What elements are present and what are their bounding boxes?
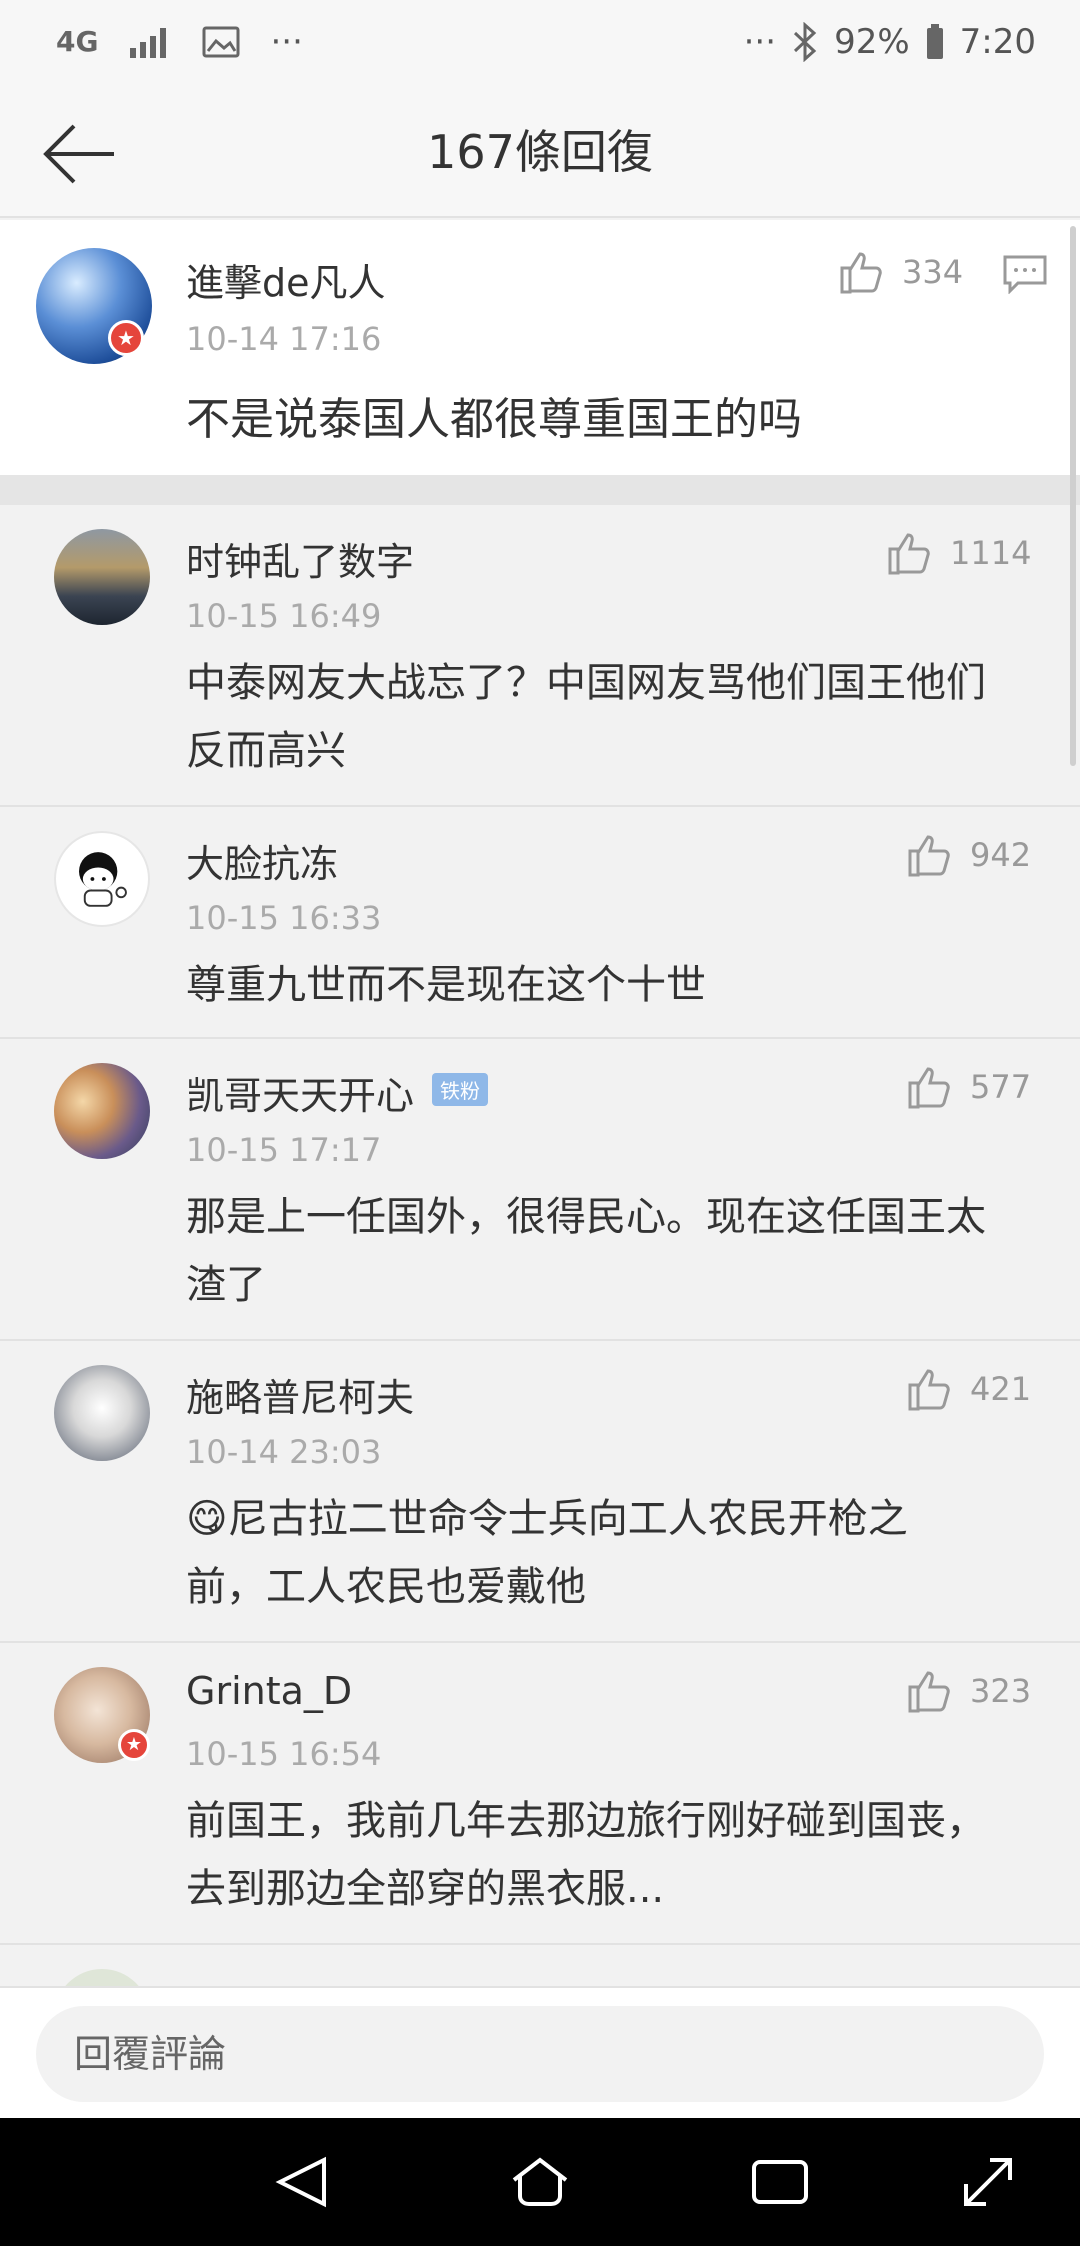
nav-home-icon[interactable] [508, 2150, 572, 2214]
reply-input[interactable]: 回覆評論 [36, 2006, 1044, 2102]
nav-recents-icon[interactable] [748, 2150, 812, 2214]
clock: 7:20 [959, 22, 1036, 62]
timestamp: 10-15 16:49 [186, 597, 382, 635]
timestamp: 10-14 23:03 [186, 1433, 382, 1471]
scrollbar[interactable] [1070, 226, 1076, 766]
like-count: 421 [970, 1370, 1032, 1408]
comment-line: 前，工人农民也爱戴他 [186, 1564, 586, 1610]
avatar[interactable] [54, 831, 150, 927]
comment-text: 尊重九世而不是现在这个十世 [186, 951, 1046, 1019]
comment-item: 大脸抗冻 10-15 16:33 尊重九世而不是现在这个十世 942 [0, 807, 1080, 1039]
comment-item: ★ Grinta_D 10-15 16:54 前国王，我前几年去那边旅行刚好碰到… [0, 1643, 1080, 1945]
comment-item: 时钟乱了数字 10-15 16:49 中泰网友大战忘了？中国网友骂他们国王他们 … [0, 505, 1080, 807]
page-title: 167條回復 [427, 125, 653, 179]
thumbs-up-icon [908, 1671, 950, 1713]
nav-back-icon[interactable] [270, 2150, 334, 2214]
post-text: 不是说泰国人都很尊重国王的吗 [186, 394, 802, 445]
header: 167條回復 [0, 88, 1080, 218]
thumbs-up-icon [840, 252, 882, 294]
comment-icon[interactable] [1002, 254, 1048, 294]
username[interactable]: 施略普尼柯夫 [186, 1367, 414, 1422]
timestamp: 10-15 17:17 [186, 1131, 382, 1169]
status-left: 4G ··· [56, 22, 303, 62]
cartoon-avatar-image [79, 852, 127, 907]
comment-item: 凯哥天天开心 铁粉 10-15 17:17 那是上一任国外，很得民心。现在这任国… [0, 1039, 1080, 1341]
comment-line: 尊重九世而不是现在这个十世 [186, 962, 706, 1008]
main-post: ★ 進擊de凡人 10-14 17:16 不是说泰国人都很尊重国王的吗 334 [0, 220, 1080, 475]
emoji-icon: 😋 [186, 1496, 228, 1542]
nav-expand-icon[interactable] [956, 2150, 1020, 2214]
timestamp: 10-15 16:33 [186, 899, 382, 937]
comment-line: 去到那边全部穿的黑衣服... [186, 1866, 665, 1912]
image-notification-icon [202, 26, 240, 58]
like-button[interactable]: 1114 [884, 529, 1031, 577]
like-count: 942 [970, 836, 1032, 874]
username[interactable]: 進擊de凡人 [186, 252, 386, 307]
like-count: 334 [902, 253, 964, 291]
more-status: ··· [743, 22, 777, 62]
comment-item-partial [0, 1945, 1080, 2065]
comment-line-text: 尼古拉二世命令士兵向工人农民开枪之 [227, 1496, 908, 1542]
comment-line: 渣了 [186, 1262, 266, 1308]
avatar[interactable] [54, 529, 150, 625]
reply-bar: 回覆評論 [0, 1986, 1080, 2118]
timestamp: 10-15 16:54 [186, 1735, 382, 1773]
like-button[interactable]: 942 [904, 831, 1031, 879]
like-count: 1114 [950, 534, 1032, 572]
like-button[interactable]: 334 [836, 248, 963, 296]
more-notifications: ··· [270, 22, 303, 62]
thumbs-up-icon [888, 533, 930, 575]
fan-badge: 铁粉 [432, 1073, 488, 1106]
like-button[interactable]: 323 [904, 1667, 1031, 1715]
comment-text: 😋尼古拉二世命令士兵向工人农民开枪之 前，工人农民也爱戴他 [186, 1485, 1046, 1621]
thumbs-up-icon [908, 1369, 950, 1411]
comment-text: 中泰网友大战忘了？中国网友骂他们国王他们 反而高兴 [186, 649, 1046, 785]
signal-icon [130, 28, 167, 58]
timestamp: 10-14 17:16 [186, 320, 382, 358]
username[interactable]: 大脸抗冻 [186, 833, 338, 888]
bluetooth-icon [794, 22, 817, 62]
comment-line: 😋尼古拉二世命令士兵向工人农民开枪之 [186, 1485, 1046, 1553]
comment-line: 反而高兴 [186, 728, 346, 774]
username[interactable]: 凯哥天天开心 [186, 1065, 414, 1120]
verified-badge: ★ [108, 320, 144, 356]
like-button[interactable]: 421 [904, 1365, 1031, 1413]
verified-badge: ★ [118, 1729, 150, 1761]
thumbs-up-icon [908, 1067, 950, 1109]
username[interactable]: 时钟乱了数字 [186, 531, 414, 586]
username[interactable]: Grinta_D [186, 1669, 352, 1713]
status-bar: 4G ··· ··· 92% 7:20 [0, 0, 1080, 88]
comment-text: 那是上一任国外，很得民心。现在这任国王太 渣了 [186, 1183, 1046, 1319]
status-right: ··· 92% 7:20 [744, 22, 1036, 62]
avatar[interactable] [54, 1063, 150, 1159]
system-nav-bar [0, 2118, 1080, 2246]
comment-text: 前国王，我前几年去那边旅行刚好碰到国丧， 去到那边全部穿的黑衣服... [186, 1787, 1046, 1923]
avatar[interactable] [54, 1365, 150, 1461]
like-count: 323 [970, 1672, 1032, 1710]
comment-item: 施略普尼柯夫 10-14 23:03 😋尼古拉二世命令士兵向工人农民开枪之 前，… [0, 1341, 1080, 1643]
section-divider [0, 475, 1080, 505]
comment-line: 前国王，我前几年去那边旅行刚好碰到国丧， [186, 1798, 986, 1844]
like-button[interactable]: 577 [904, 1063, 1031, 1111]
like-count: 577 [970, 1068, 1032, 1106]
battery-level: 92% [834, 22, 910, 62]
comment-line: 中泰网友大战忘了？中国网友骂他们国王他们 [186, 660, 986, 706]
battery-icon [926, 24, 943, 59]
comment-line: 那是上一任国外，很得民心。现在这任国王太 [186, 1194, 986, 1240]
thumbs-up-icon [908, 835, 950, 877]
network-indicator: 4G [56, 25, 99, 58]
